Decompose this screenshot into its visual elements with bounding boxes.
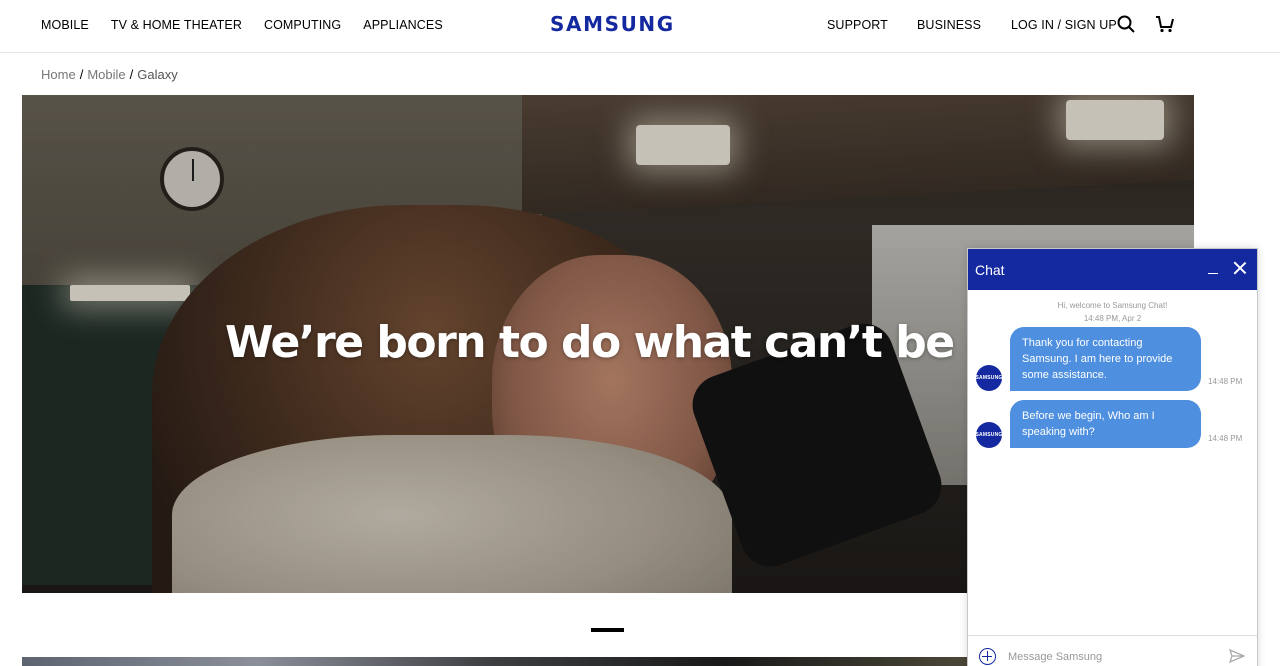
carousel-indicator[interactable] [591, 628, 624, 632]
nav-item-appliances[interactable]: APPLIANCES [363, 18, 443, 32]
top-navigation: MOBILE TV & HOME THEATER COMPUTING APPLI… [0, 0, 1280, 53]
nav-item-tv-home-theater[interactable]: TV & HOME THEATER [111, 18, 242, 32]
breadcrumb: Home / Mobile / Galaxy [41, 67, 178, 82]
nav-item-mobile[interactable]: MOBILE [41, 18, 89, 32]
message-time: 14:48 PM [1208, 434, 1243, 443]
nav-item-support[interactable]: SUPPORT [827, 18, 888, 32]
samsung-logo[interactable]: SAMSUNG [550, 12, 675, 36]
chat-title: Chat [975, 261, 1005, 278]
breadcrumb-mobile[interactable]: Mobile [87, 67, 125, 82]
cart-icon[interactable] [1155, 14, 1175, 34]
message-time: 14:48 PM [1208, 377, 1243, 386]
primary-nav: MOBILE TV & HOME THEATER COMPUTING APPLI… [41, 0, 443, 50]
samsung-avatar: SAMSUNG [976, 422, 1002, 448]
breadcrumb-home[interactable]: Home [41, 67, 76, 82]
breadcrumb-separator: / [79, 67, 84, 82]
chat-message: SAMSUNG Before we begin, Who am I speaki… [968, 400, 1257, 473]
login-signup-link[interactable]: LOG IN / SIGN UP [1011, 18, 1117, 32]
breadcrumb-galaxy: Galaxy [137, 67, 178, 82]
chat-message: SAMSUNG Thank you for contacting Samsung… [968, 327, 1257, 400]
chat-widget: Chat Hi, welcome to Samsung Chat! 14:48 … [967, 248, 1258, 666]
chat-welcome-time: 14:48 PM, Apr 2 [1083, 314, 1142, 323]
chat-input-bar [968, 635, 1257, 666]
nav-item-business[interactable]: BUSINESS [917, 18, 981, 32]
chat-welcome-text: Hi, welcome to Samsung Chat! [1057, 301, 1168, 310]
chat-bubble: Before we begin, Who am I speaking with? [1010, 400, 1201, 448]
search-icon[interactable] [1116, 14, 1136, 34]
chat-welcome: Hi, welcome to Samsung Chat! 14:48 PM, A… [968, 299, 1257, 325]
chat-bubble: Thank you for contacting Samsung. I am h… [1010, 327, 1201, 391]
minimize-icon[interactable] [1206, 260, 1222, 276]
nav-item-computing[interactable]: COMPUTING [264, 18, 341, 32]
breadcrumb-separator: / [129, 67, 134, 82]
close-icon[interactable] [1233, 261, 1247, 275]
add-attachment-icon[interactable] [979, 648, 996, 665]
chat-message-input[interactable] [1008, 648, 1208, 666]
send-icon[interactable] [1228, 648, 1246, 664]
nav-icons [1116, 14, 1175, 34]
samsung-avatar: SAMSUNG [976, 365, 1002, 391]
chat-header: Chat [968, 249, 1257, 290]
